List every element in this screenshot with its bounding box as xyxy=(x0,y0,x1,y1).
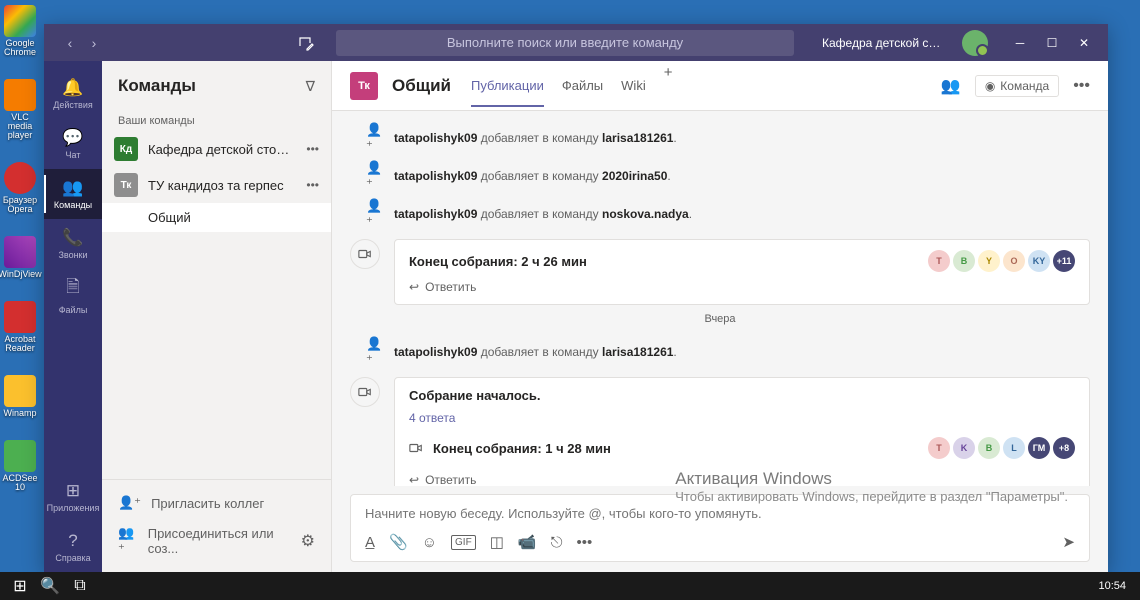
close-button[interactable]: ✕ xyxy=(1068,27,1100,59)
video-icon xyxy=(350,377,380,407)
desktop-icon[interactable]: Google Chrome xyxy=(0,5,40,57)
desktop-icon[interactable]: Браузер Opera xyxy=(0,162,40,214)
participants: T B Y O KY +11 xyxy=(928,250,1075,272)
eye-icon: ◉ xyxy=(985,79,995,93)
desktop-icons: Google Chrome VLC media player Браузер O… xyxy=(0,0,45,600)
channel-avatar: Тк xyxy=(350,72,378,100)
content-area: Тк Общий Публикации Файлы Wiki + 👥 ◉Кома… xyxy=(332,61,1108,572)
stream-icon[interactable]: ⎋ xyxy=(551,534,563,551)
filter-icon[interactable]: ∇ xyxy=(306,78,315,95)
person-add-icon: 👤⁺ xyxy=(118,495,141,511)
more-icon[interactable]: ••• xyxy=(576,534,592,551)
taskbar-clock[interactable]: 10:54 xyxy=(1090,580,1134,592)
tenant-switcher[interactable]: Кафедра детской сто... ▾ xyxy=(822,36,942,50)
meet-now-icon[interactable]: 📹 xyxy=(518,533,537,551)
tab-files[interactable]: Файлы xyxy=(562,64,603,107)
start-button[interactable]: ⊞ xyxy=(6,574,34,598)
team-avatar: Кд xyxy=(114,137,138,161)
participants: T K B L ГМ +8 xyxy=(928,437,1075,459)
person-add-icon: 👤⁺ xyxy=(366,160,382,192)
person-add-icon: 👤⁺ xyxy=(366,122,382,154)
reply-icon: ↩ xyxy=(409,473,419,486)
tab-posts[interactable]: Публикации xyxy=(471,64,544,107)
desktop-icon[interactable]: Acrobat Reader xyxy=(0,301,40,353)
team-item[interactable]: Кд Кафедра детской стома... ••• xyxy=(102,131,331,167)
reply-button[interactable]: ↩Ответить xyxy=(409,280,1075,294)
invite-colleagues[interactable]: 👤⁺Пригласить коллег xyxy=(102,488,331,518)
more-icon[interactable]: ••• xyxy=(1073,77,1090,95)
rail-activity[interactable]: 🔔Действия xyxy=(44,69,102,119)
gear-icon[interactable]: ⚙ xyxy=(301,531,315,551)
replies-link[interactable]: 4 ответа xyxy=(409,411,1075,425)
meeting-title: Собрание началось. xyxy=(409,388,1075,403)
video-icon xyxy=(350,239,380,269)
windows-taskbar[interactable]: ⊞ 🔍 ⧉ 10:54 xyxy=(0,572,1140,600)
format-icon[interactable]: A̲ xyxy=(365,534,375,551)
desktop-icon[interactable]: ACDSee 10 xyxy=(0,440,40,492)
system-message: 👤⁺tatapolishyk09 добавляет в команду nos… xyxy=(350,195,1090,233)
search-button[interactable]: 🔍 xyxy=(36,574,64,598)
tab-wiki[interactable]: Wiki xyxy=(621,64,646,107)
app-rail: 🔔Действия 💬Чат 👥Команды 📞Звонки 🗎Файлы ⊞… xyxy=(44,61,102,572)
minimize-button[interactable]: ─ xyxy=(1004,27,1036,59)
user-avatar[interactable] xyxy=(962,30,988,56)
teams-add-icon: 👥⁺ xyxy=(118,525,138,557)
channel-name: Общий xyxy=(392,76,451,96)
rail-files[interactable]: 🗎Файлы xyxy=(44,269,102,319)
team-name: ТУ кандидоз та герпес xyxy=(148,178,296,193)
meeting-card[interactable]: Собрание началось. 4 ответа Конец собран… xyxy=(394,377,1090,486)
system-message: 👤⁺tatapolishyk09 добавляет в команду lar… xyxy=(350,333,1090,371)
messages-pane: 👤⁺tatapolishyk09 добавляет в команду lar… xyxy=(332,111,1108,486)
gif-icon[interactable]: GIF xyxy=(451,535,476,550)
task-view-button[interactable]: ⧉ xyxy=(66,574,94,598)
system-message: 👤⁺tatapolishyk09 добавляет в команду 202… xyxy=(350,157,1090,195)
reply-icon: ↩ xyxy=(409,280,419,294)
join-create-team[interactable]: 👥⁺Присоединиться или соз... xyxy=(102,518,301,564)
forward-button[interactable]: › xyxy=(84,33,104,53)
date-separator: Вчера xyxy=(350,313,1090,325)
titlebar: ‹ › Выполните поиск или введите команду … xyxy=(44,24,1108,61)
maximize-button[interactable]: ☐ xyxy=(1036,27,1068,59)
meeting-card[interactable]: Конец собрания: 2 ч 26 мин T B Y O KY +1… xyxy=(394,239,1090,305)
desktop-icon[interactable]: Winamp xyxy=(0,375,40,418)
rail-teams[interactable]: 👥Команды xyxy=(44,169,102,219)
rail-chat[interactable]: 💬Чат xyxy=(44,119,102,169)
meeting-title: Конец собрания: 1 ч 28 мин xyxy=(433,441,918,456)
attach-icon[interactable]: 📎 xyxy=(389,533,408,551)
search-input[interactable]: Выполните поиск или введите команду xyxy=(336,30,794,56)
add-tab-button[interactable]: + xyxy=(664,64,673,107)
system-message: 👤⁺tatapolishyk09 добавляет в команду lar… xyxy=(350,119,1090,157)
compose-input[interactable] xyxy=(365,506,1075,521)
video-icon xyxy=(409,441,423,455)
team-avatar: Тк xyxy=(114,173,138,197)
compose-box[interactable]: A̲ 📎 ☺ GIF ◫ 📹 ⎋ ••• ➤ xyxy=(350,494,1090,562)
send-button[interactable]: ➤ xyxy=(1062,533,1075,551)
team-more-icon[interactable]: ••• xyxy=(306,142,319,156)
reply-button[interactable]: ↩Ответить xyxy=(409,473,1075,486)
team-more-icon[interactable]: ••• xyxy=(306,178,319,192)
org-icon[interactable]: 👥 xyxy=(941,76,961,96)
panel-title: Команды xyxy=(118,76,196,96)
back-button[interactable]: ‹ xyxy=(60,33,80,53)
channel-header: Тк Общий Публикации Файлы Wiki + 👥 ◉Кома… xyxy=(332,61,1108,111)
rail-calls[interactable]: 📞Звонки xyxy=(44,219,102,269)
teams-window: ‹ › Выполните поиск или введите команду … xyxy=(44,24,1108,572)
channel-item[interactable]: Общий xyxy=(102,203,331,232)
team-button[interactable]: ◉Команда xyxy=(975,75,1059,97)
new-message-button[interactable] xyxy=(292,29,320,57)
desktop-icon[interactable]: WinDjView xyxy=(0,236,40,279)
team-item[interactable]: Тк ТУ кандидоз та герпес ••• xyxy=(102,167,331,203)
teams-panel: Команды ∇ Ваши команды Кд Кафедра детско… xyxy=(102,61,332,572)
team-name: Кафедра детской стома... xyxy=(148,142,296,157)
meeting-title: Конец собрания: 2 ч 26 мин xyxy=(409,254,587,269)
rail-help[interactable]: ?Справка xyxy=(44,522,102,572)
your-teams-label: Ваши команды xyxy=(102,111,331,131)
emoji-icon[interactable]: ☺ xyxy=(422,534,437,551)
sticker-icon[interactable]: ◫ xyxy=(490,533,504,551)
person-add-icon: 👤⁺ xyxy=(366,198,382,230)
person-add-icon: 👤⁺ xyxy=(366,336,382,368)
desktop-icon[interactable]: VLC media player xyxy=(0,79,40,140)
rail-apps[interactable]: ⊞Приложения xyxy=(44,472,102,522)
